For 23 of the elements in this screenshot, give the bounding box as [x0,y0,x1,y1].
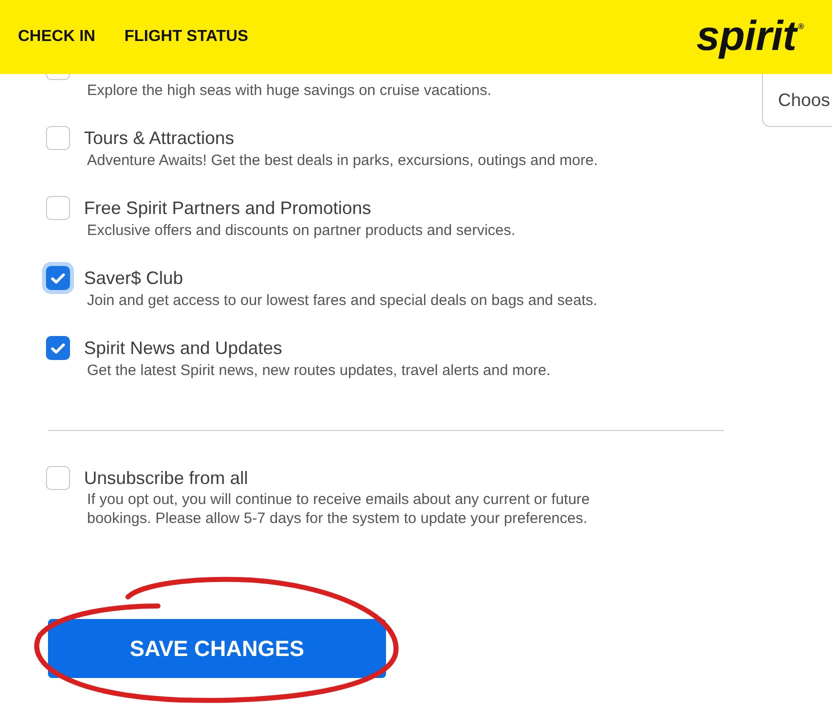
select-field[interactable]: Choos [762,74,832,127]
nav-link[interactable]: CHECK IN [18,27,96,47]
checkmark-icon [51,342,65,354]
checkmark-icon [51,272,65,284]
option-title: Free Spirit Partners and Promotions [84,197,372,219]
option-title: Spirit News and Updates [84,337,284,359]
nav-link[interactable]: FLIGHT STATUS [124,27,248,47]
option-description: If you opt out, you will continue to receive emails about any current or future bookings. Please allow 5-7 days for the system to update your preferences. [86,490,591,528]
save-changes-button[interactable]: SAVE CHANGES [48,619,386,678]
checkbox[interactable] [46,466,70,490]
option-description: Adventure Awaits! Get the best deals in parks, excursions, outings and more. [86,151,598,170]
option-description: Explore the high seas with huge savings on cruise vacations. [86,81,492,100]
option-title: Tours & Attractions [84,127,236,149]
option-description: Join and get access to our lowest fares and special deals on bags and seats. [86,291,598,310]
option-title: Unsubscribe from all [84,467,250,489]
checkbox[interactable] [46,126,70,150]
option-title: Saver$ Club [84,267,184,289]
option-description: Get the latest Spirit news, new routes updates, travel alerts and more. [86,361,551,380]
checkbox[interactable] [46,336,70,360]
checkbox[interactable] [46,196,70,220]
option-description: Exclusive offers and discounts on partner products and services. [86,221,516,240]
logo[interactable]: spirit$^{®}$ [696,14,804,56]
checkbox[interactable] [46,74,70,80]
